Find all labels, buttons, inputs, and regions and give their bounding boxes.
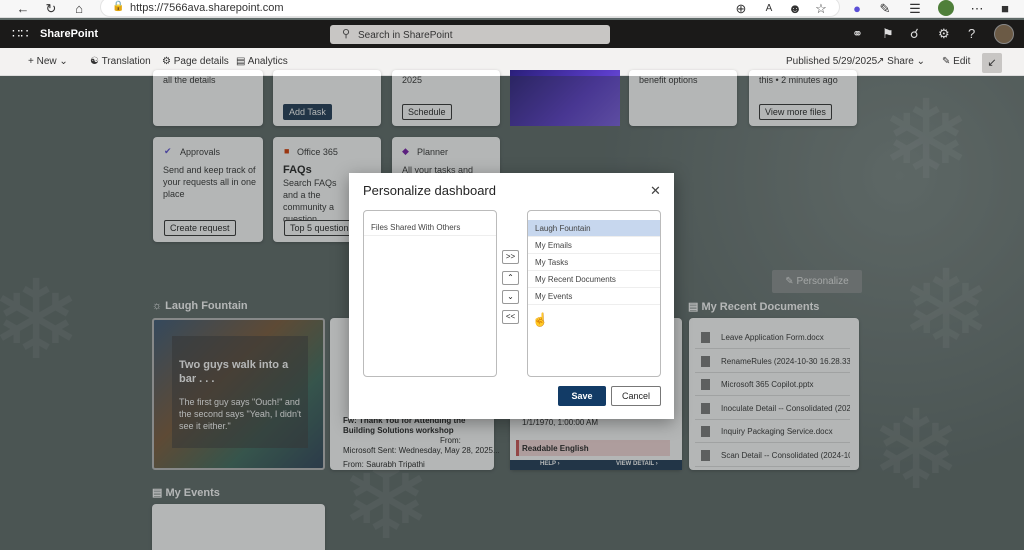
selected-widget-item[interactable]: My Tasks xyxy=(528,254,660,271)
app-name[interactable]: SharePoint xyxy=(40,28,98,40)
search-input[interactable]: Search in SharePoint xyxy=(358,30,453,41)
home-icon[interactable]: ⌂ xyxy=(70,0,88,18)
move-down-button[interactable]: ⌄ xyxy=(502,290,519,304)
extensions-icon[interactable]: ✎ xyxy=(876,0,894,18)
refresh-icon[interactable]: ↻ xyxy=(42,0,60,18)
selected-widget-item[interactable]: My Recent Documents xyxy=(528,271,660,288)
gear-icon[interactable]: ⚙ xyxy=(938,26,950,42)
favorites-list-icon[interactable]: ☰ xyxy=(906,0,924,18)
profile-icon[interactable]: ☻ xyxy=(786,0,804,18)
cancel-button[interactable]: Cancel xyxy=(611,386,661,406)
link-icon[interactable]: ⚭ xyxy=(852,26,863,42)
search-icon: ⚲ xyxy=(342,28,351,40)
available-widget-item[interactable]: Files Shared With Others xyxy=(364,219,496,236)
url-text[interactable]: https://7566ava.sharepoint.com xyxy=(130,2,283,14)
available-widgets-list[interactable]: Files Shared With Others xyxy=(363,210,497,377)
hand-cursor-icon: ☝ xyxy=(532,312,549,327)
analytics-button[interactable]: ▤ Analytics xyxy=(236,56,288,67)
selected-widget-item[interactable]: Laugh Fountain xyxy=(528,220,660,237)
app-launcher-icon[interactable]: ∷∷ xyxy=(12,27,29,41)
move-up-button[interactable]: ⌃ xyxy=(502,271,519,285)
help-icon[interactable]: ? xyxy=(968,26,975,41)
move-all-left-button[interactable]: << xyxy=(502,310,519,324)
new-button[interactable]: + New ⌄ xyxy=(28,56,68,67)
back-icon[interactable]: ← xyxy=(14,0,32,18)
more-icon[interactable]: ⋯ xyxy=(968,0,986,18)
share-button[interactable]: ↗ Share ⌄ xyxy=(876,56,925,67)
zoom-icon[interactable]: ⊕ xyxy=(732,0,750,18)
selected-widget-item[interactable]: My Emails xyxy=(528,237,660,254)
dialog-title: Personalize dashboard xyxy=(363,183,496,198)
user-avatar[interactable] xyxy=(994,24,1014,44)
share-network-icon[interactable]: ☌ xyxy=(910,26,919,42)
copilot-icon[interactable]: ● xyxy=(848,0,866,18)
save-button[interactable]: Save xyxy=(558,386,606,406)
browser-toolbar: ← ↻ ⌂ 🔒 https://7566ava.sharepoint.com ⊕… xyxy=(0,0,1024,18)
collapse-icon[interactable]: ↙ xyxy=(982,53,1002,73)
window-icon[interactable]: ■ xyxy=(996,0,1014,18)
selected-widgets-list[interactable]: Laugh Fountain My Emails My Tasks My Recent… xyxy=(527,210,661,377)
account-avatar[interactable] xyxy=(938,0,954,16)
page-details-button[interactable]: ⚙ Page details xyxy=(162,56,229,67)
read-aloud-icon[interactable]: A xyxy=(760,0,778,18)
lock-icon[interactable]: 🔒 xyxy=(112,1,124,12)
move-all-right-button[interactable]: >> xyxy=(502,250,519,264)
translation-button[interactable]: ☯ Translation xyxy=(90,56,151,67)
megaphone-icon[interactable]: ⚑ xyxy=(882,26,894,42)
favorite-icon[interactable]: ☆ xyxy=(812,0,830,18)
edit-button[interactable]: ✎ Edit xyxy=(942,56,970,67)
close-icon[interactable]: ✕ xyxy=(650,183,661,199)
published-status: Published 5/29/2025 xyxy=(786,56,878,67)
selected-widget-item[interactable]: My Events xyxy=(528,288,660,305)
